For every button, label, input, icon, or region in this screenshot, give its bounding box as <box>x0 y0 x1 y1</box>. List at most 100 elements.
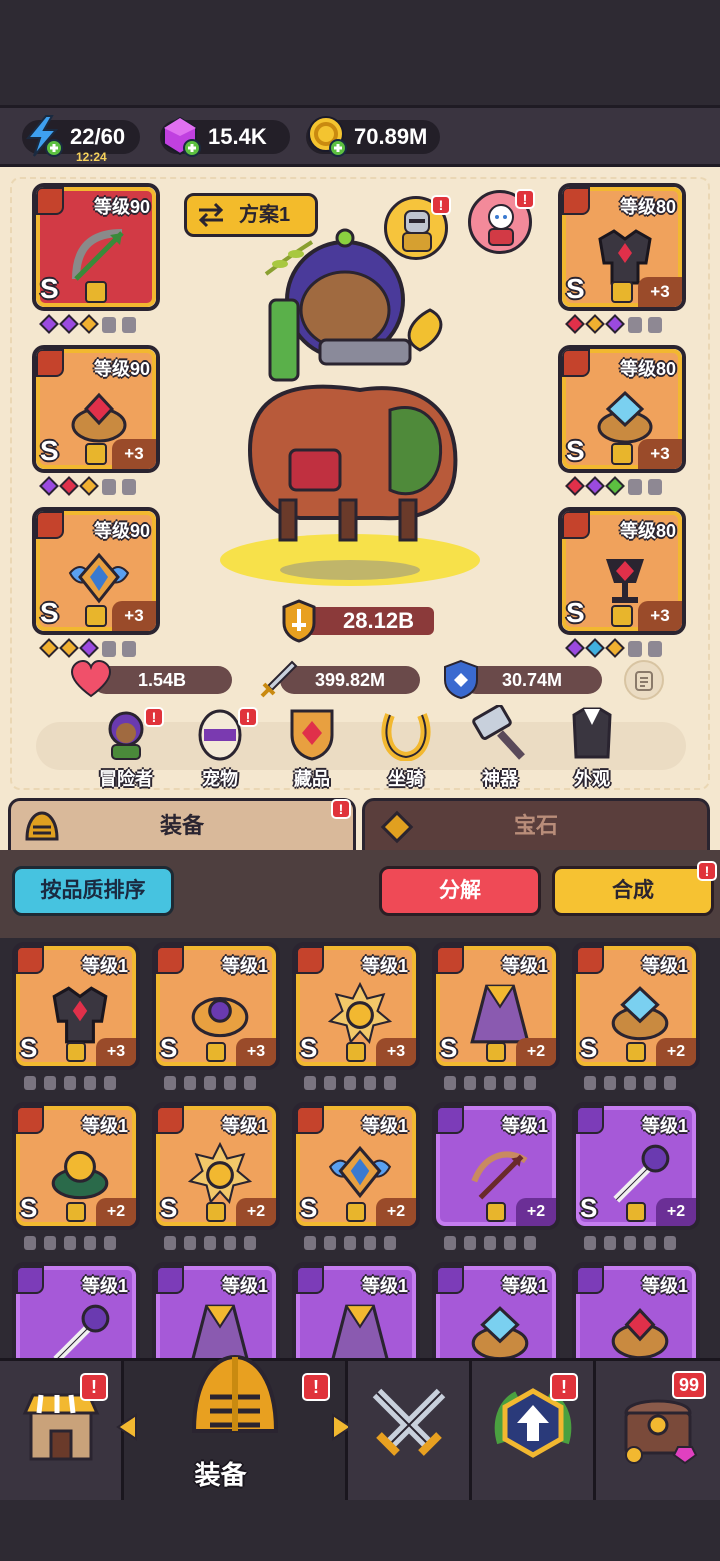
slot-grade: S <box>566 435 585 466</box>
lock-icon <box>626 1202 646 1222</box>
menu-hammer[interactable]: 神器 <box>460 705 540 789</box>
lock-icon <box>626 1042 646 1062</box>
gold-counter[interactable]: 70.89M <box>306 116 440 157</box>
inventory-item[interactable]: 等级1 <box>292 1262 420 1358</box>
item-grade: S <box>300 1193 318 1223</box>
defense-value: 30.74M <box>501 670 563 690</box>
menu-badge: ! <box>238 707 258 727</box>
socket-row <box>565 314 662 334</box>
item-level: 等级1 <box>221 1116 268 1136</box>
sort-by-quality-button[interactable]: 按品质排序 <box>12 866 174 916</box>
nav-equipment[interactable]: 装备 ! <box>116 1354 353 1503</box>
item-level: 等级1 <box>81 1116 128 1136</box>
socket-lock-icon <box>624 1236 636 1250</box>
inventory-item[interactable]: 等级1 +2 <box>432 1102 560 1230</box>
item-grade: S <box>20 1033 38 1063</box>
energy-value: 22/60 <box>70 124 126 149</box>
socket-lock-icon <box>584 1076 596 1090</box>
lock-icon <box>85 443 107 465</box>
inventory-item[interactable]: 等级1 S +3 <box>292 942 420 1070</box>
attack-value: 399.82M <box>314 670 386 690</box>
item-level: 等级1 <box>361 1276 408 1296</box>
inventory-item[interactable]: 等级1 S +3 <box>152 942 280 1070</box>
socket-lock-icon <box>122 317 136 333</box>
socket-gem-icon <box>39 638 59 658</box>
menu-horseshoe[interactable]: 坐骑 <box>366 705 446 789</box>
synthesize-label: 合成 <box>612 879 654 902</box>
equipped-slot-right-2[interactable]: 等级80 S +3 <box>558 345 686 473</box>
synthesize-button[interactable]: 合成 ! <box>552 861 717 916</box>
socket-lock-icon <box>122 641 136 657</box>
socket-lock-icon <box>44 1236 56 1250</box>
socket-lock-row <box>24 1236 116 1250</box>
item-plus: +2 <box>516 1038 556 1066</box>
staff-icon <box>53 1304 110 1358</box>
equipped-slot-left-1[interactable]: 等级90 S <box>32 183 160 311</box>
item-plus: +2 <box>236 1198 276 1226</box>
equipped-slot-left-3[interactable]: 等级90 S +3 <box>32 507 160 635</box>
item-grade: S <box>20 1193 38 1223</box>
menu-collection-shield[interactable]: 藏品 <box>272 705 352 789</box>
menu-pet-egg[interactable]: 宠物! <box>180 705 260 789</box>
tab-equipment-label: 装备 <box>159 813 204 838</box>
decompose-button[interactable]: 分解 <box>379 866 541 916</box>
item-level: 等级1 <box>641 1116 688 1136</box>
lightning-icon <box>25 115 63 157</box>
inventory-grid: 等级1 S +3 等级1 S +3 等级1 S +3 等级1 S +2 等级1 S +2 等级1 S +2 等级1 S… <box>0 938 720 1358</box>
socket-lock-icon <box>224 1236 236 1250</box>
equipment-nav-badge: ! <box>302 1373 330 1401</box>
inventory-item[interactable]: 等级1 S +2 <box>572 942 700 1070</box>
upgrade-badge: ! <box>550 1373 578 1401</box>
inventory-item[interactable]: 等级1 <box>432 1262 560 1358</box>
stats-detail-button[interactable] <box>624 660 664 700</box>
slot-plus: +3 <box>112 439 156 469</box>
inventory-item[interactable]: 等级1 S +2 <box>12 1102 140 1230</box>
socket-gem-icon <box>565 638 585 658</box>
menu-outfit[interactable]: 外观 <box>552 705 632 789</box>
socket-lock-row <box>164 1076 256 1090</box>
nav-chest[interactable]: 99 <box>596 1361 720 1503</box>
energy-counter[interactable]: 22/60 12:24 <box>22 115 140 164</box>
crystal-ring-icon <box>471 1306 529 1358</box>
nav-battle[interactable] <box>348 1361 472 1503</box>
chevron-left-icon <box>116 1413 137 1441</box>
lock-icon <box>85 605 107 627</box>
item-grade: S <box>580 1033 598 1063</box>
inventory-item[interactable]: 等级1 <box>12 1262 140 1358</box>
socket-lock-icon <box>102 317 116 333</box>
purple-gem-icon <box>163 116 201 157</box>
socket-lock-icon <box>524 1076 536 1090</box>
socket-gem-icon <box>565 314 585 334</box>
category-tag-icon <box>436 946 464 974</box>
category-tag-icon <box>576 1106 604 1134</box>
equipped-slot-right-3[interactable]: 等级80 S +3 <box>558 507 686 635</box>
inventory-item[interactable]: 等级1 S +2 <box>572 1102 700 1230</box>
slot-grade: S <box>566 273 585 304</box>
menu-label: 宠物 <box>202 769 238 789</box>
outfit-icon <box>572 707 612 759</box>
hp-stat: 1.54B <box>70 659 232 698</box>
inventory-item[interactable]: 等级1 <box>572 1262 700 1358</box>
socket-lock-row <box>444 1076 536 1090</box>
menu-adventurer[interactable]: 冒险者! <box>86 705 166 789</box>
equipped-slot-right-1[interactable]: 等级80 S +3 <box>558 183 686 311</box>
socket-lock-icon <box>102 641 116 657</box>
inventory-item[interactable]: 等级1 S +2 <box>292 1102 420 1230</box>
socket-gem-icon <box>39 476 59 496</box>
nav-shop[interactable]: ! <box>0 1361 124 1503</box>
nav-upgrade[interactable]: ! <box>472 1361 596 1503</box>
tab-gems[interactable]: 宝石 <box>362 798 710 850</box>
gold-coin-icon <box>308 116 347 157</box>
inventory-item[interactable]: 等级1 S +2 <box>152 1102 280 1230</box>
gem-counter[interactable]: 15.4K <box>160 116 290 157</box>
socket-row <box>565 476 662 496</box>
socket-gem-icon <box>585 314 605 334</box>
tab-equipment[interactable]: 装备 ! <box>8 798 356 850</box>
inventory-item[interactable]: 等级1 S +3 <box>12 942 140 1070</box>
equipped-slot-left-2[interactable]: 等级90 S +3 <box>32 345 160 473</box>
inventory-item[interactable]: 等级1 S +2 <box>432 942 560 1070</box>
socket-lock-icon <box>344 1236 356 1250</box>
item-level: 等级1 <box>361 1116 408 1136</box>
synthesize-badge: ! <box>697 861 717 881</box>
socket-lock-icon <box>644 1236 656 1250</box>
